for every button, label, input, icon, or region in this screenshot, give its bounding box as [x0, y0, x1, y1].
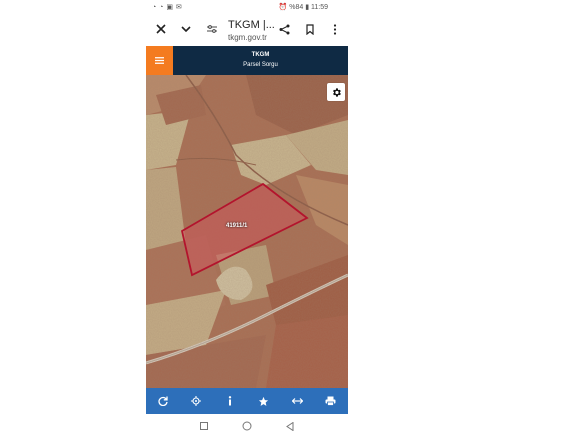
refresh-icon[interactable]	[155, 393, 171, 409]
locate-icon[interactable]	[188, 393, 204, 409]
browser-toolbar: TKGM |... tkgm.gov.tr	[146, 14, 348, 46]
system-nav-bar	[146, 414, 348, 439]
bookmark-icon[interactable]	[301, 20, 319, 38]
back-icon[interactable]	[284, 420, 296, 432]
satellite-map[interactable]: 41911/1	[146, 75, 348, 388]
gear-icon[interactable]	[327, 83, 345, 101]
measure-icon[interactable]	[289, 393, 305, 409]
tune-icon[interactable]	[203, 20, 221, 38]
more-vert-icon[interactable]	[326, 20, 344, 38]
recent-apps-icon[interactable]	[198, 420, 210, 432]
star-icon[interactable]	[255, 393, 271, 409]
info-icon[interactable]	[222, 393, 238, 409]
home-icon[interactable]	[241, 420, 253, 432]
map-imagery	[146, 75, 348, 388]
print-icon[interactable]	[322, 393, 338, 409]
status-left-icons: ◔ ◔ ▣ ✉	[152, 4, 183, 11]
page-title[interactable]: TKGM |...	[228, 19, 275, 31]
status-right-text: ⏰ %84 ▮ 11:59	[278, 4, 328, 11]
page-url[interactable]: tkgm.gov.tr	[228, 33, 267, 42]
app-title: TKGM	[251, 52, 270, 58]
hamburger-icon[interactable]	[146, 46, 173, 75]
chevron-down-icon[interactable]	[177, 20, 195, 38]
app-subtitle: Parsel Sorgu	[243, 62, 278, 68]
app-header: TKGM Parsel Sorgu	[146, 46, 348, 75]
bottom-toolbar	[146, 388, 348, 414]
phone-screen: ◔ ◔ ▣ ✉ ⏰ %84 ▮ 11:59 TKGM |... tkgm.gov…	[146, 0, 348, 439]
parcel-label: 41911/1	[226, 223, 248, 229]
status-bar: ◔ ◔ ▣ ✉ ⏰ %84 ▮ 11:59	[146, 0, 348, 14]
close-icon[interactable]	[152, 20, 170, 38]
share-icon[interactable]	[275, 20, 293, 38]
